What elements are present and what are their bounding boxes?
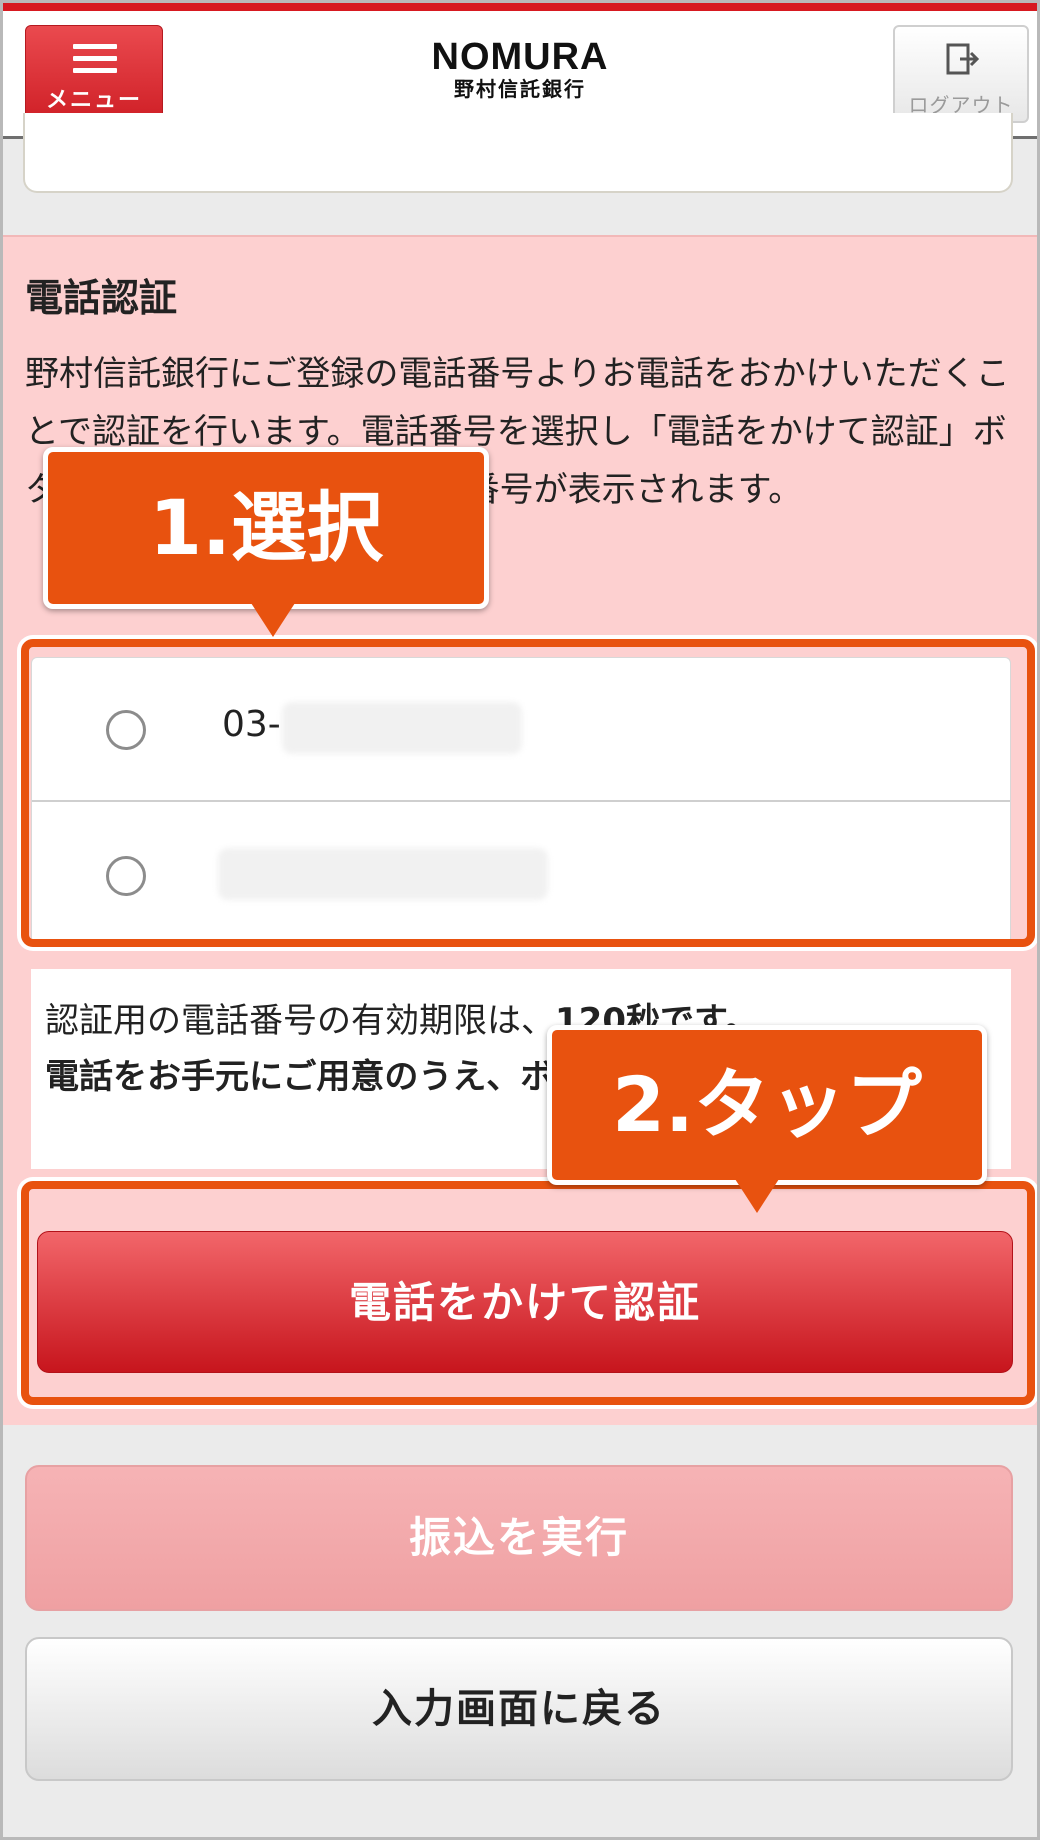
highlight-call-button [21, 1181, 1035, 1405]
menu-label: メニュー [45, 88, 142, 113]
callout-pointer [735, 1179, 779, 1213]
step1-callout: 1.選択 [43, 447, 489, 609]
hamburger-icon [73, 44, 117, 74]
highlight-phone-list [21, 639, 1035, 947]
execute-transfer-button[interactable]: 振込を実行 [25, 1465, 1013, 1611]
callout-pointer [251, 603, 295, 637]
menu-button[interactable]: メニュー [25, 25, 163, 123]
step2-callout: 2.タップ [547, 1025, 987, 1185]
logo-subtitle: 野村信託銀行 [454, 77, 586, 101]
previous-card-bottom [23, 113, 1013, 193]
screenshot-frame: メニュー NOMURA 野村信託銀行 ログアウト 電話認証 野村信託銀行にご登録… [0, 0, 1040, 1840]
section-title: 電話認証 [25, 276, 178, 320]
notice-text: 認証用の電話番号の有効期限は、 [45, 1001, 555, 1041]
brand-logo: NOMURA 野村信託銀行 [415, 37, 625, 101]
logout-icon [946, 43, 980, 75]
logout-button[interactable]: ログアウト [893, 25, 1029, 123]
back-to-input-button[interactable]: 入力画面に戻る [25, 1637, 1013, 1781]
logo-wordmark: NOMURA [431, 36, 609, 78]
